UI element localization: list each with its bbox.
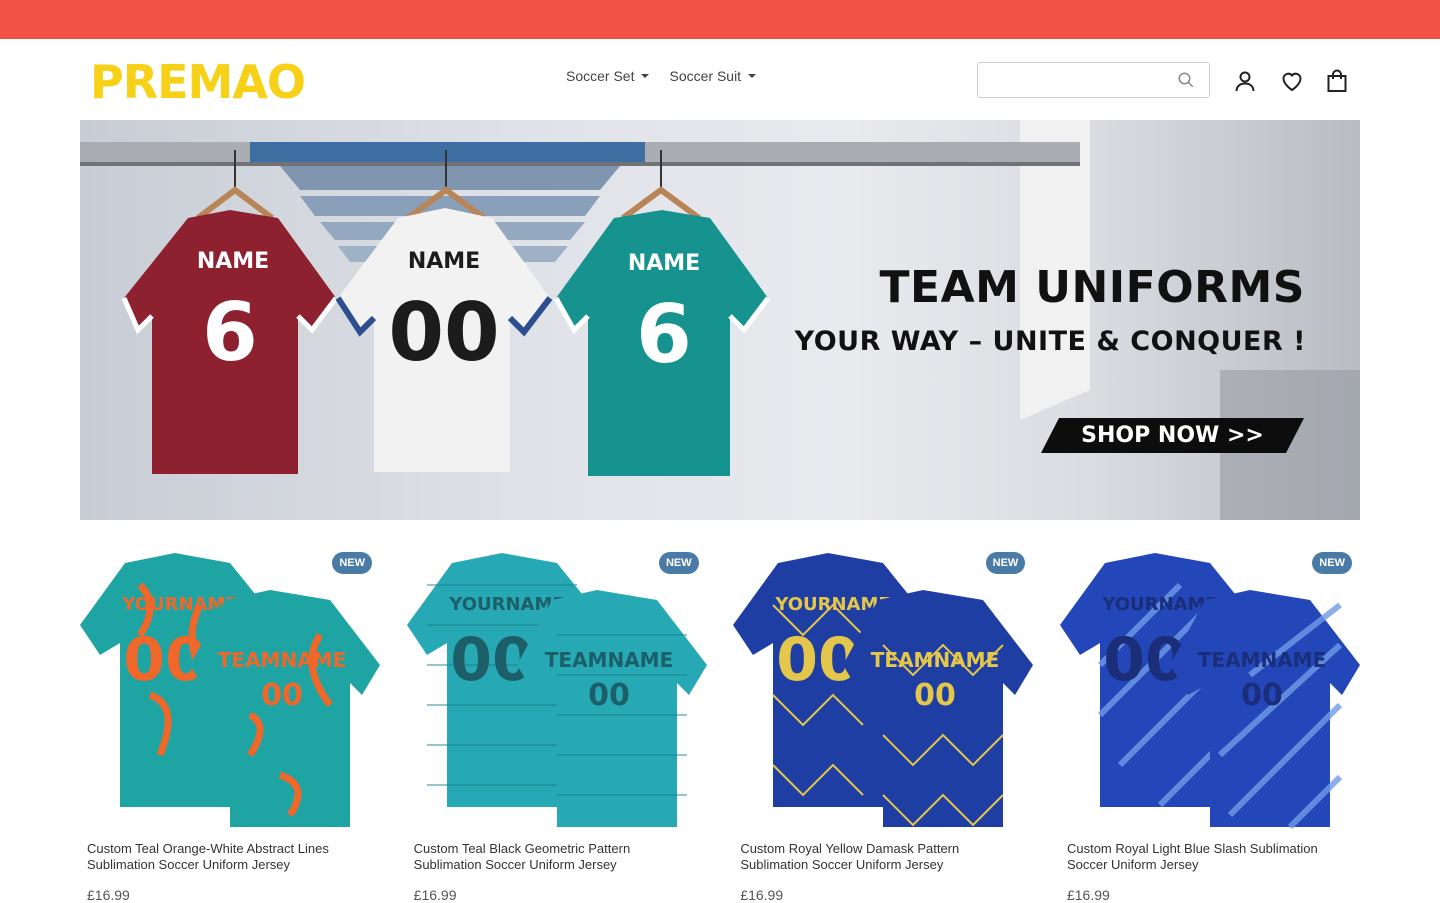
new-badge: NEW (658, 552, 699, 574)
product-price: £16.99 (87, 887, 130, 903)
shop-now-button[interactable]: SHOP NOW >> (1041, 418, 1304, 453)
svg-text:TEAMNAME: TEAMNAME (218, 648, 346, 672)
hero-title: TEAM UNIFORMS (879, 262, 1305, 313)
product-price: £16.99 (413, 887, 457, 903)
new-badge: NEW (332, 552, 372, 574)
new-badge: NEW (985, 552, 1026, 574)
svg-text:NAME: NAME (197, 249, 269, 274)
promo-bar (0, 0, 1440, 39)
hero-subtitle: YOUR WAY – UNITE & CONQUER ! (794, 326, 1306, 357)
product-title[interactable]: Custom Teal Black Geometric Pattern Subl… (407, 841, 687, 873)
jersey-image: YOURNAME 00 TEAMNAME 00 (406, 553, 707, 827)
bag-icon[interactable] (1325, 69, 1349, 93)
search-box (977, 62, 1210, 98)
nav-item-soccer-set[interactable]: Soccer Set (566, 68, 650, 84)
jersey-image: YOURNAME 00 TEAMNAME 00 (733, 553, 1034, 827)
svg-text:6: 6 (636, 288, 692, 381)
svg-text:00: 00 (588, 678, 630, 713)
brand-logo[interactable]: PREMAO (90, 57, 306, 107)
svg-text:00: 00 (914, 678, 956, 713)
jersey-image: YOURNAME 00 TEAMNAME 00 (80, 553, 380, 827)
search-icon[interactable] (1177, 71, 1195, 89)
product-price: £16.99 (1066, 887, 1110, 903)
svg-text:NAME: NAME (408, 249, 480, 274)
product-card[interactable]: YOURNAME 00 TEAMNAME 00 NEW Custom Teal … (406, 545, 707, 903)
main-nav: Soccer Set Soccer Suit (566, 68, 757, 84)
nav-item-label: Soccer Suit (669, 68, 742, 84)
product-price: £16.99 (740, 887, 784, 903)
svg-text:TEAMNAME: TEAMNAME (544, 648, 672, 672)
jersey-image: YOURNAME 00 TEAMNAME 00 (1059, 553, 1360, 830)
user-icon[interactable] (1233, 69, 1257, 93)
svg-text:00: 00 (1241, 678, 1283, 713)
product-image[interactable]: YOURNAME 00 TEAMNAME 00 NEW (1059, 545, 1360, 835)
svg-text:6: 6 (202, 286, 258, 379)
svg-text:NAME: NAME (628, 251, 700, 276)
hero-jersey-maroon: NAME 6 (121, 210, 338, 474)
site-header: PREMAO Soccer Set Soccer Suit (0, 39, 1440, 120)
svg-text:TEAMNAME: TEAMNAME (871, 648, 999, 672)
svg-text:TEAMNAME: TEAMNAME (1198, 648, 1326, 672)
svg-text:00: 00 (261, 678, 303, 713)
product-card[interactable]: YOURNAME 00 TEAMNAME 00 NEW Custom Royal… (733, 545, 1034, 903)
shop-now-label: SHOP NOW >> (1081, 423, 1264, 448)
product-grid: YOURNAME 00 TEAMNAME 00 NEW Custom Teal … (80, 545, 1360, 903)
product-card[interactable]: YOURNAME 00 TEAMNAME 00 NEW Custom Teal … (80, 545, 380, 903)
hero-jersey-teal: NAME 6 (553, 210, 770, 476)
product-title[interactable]: Custom Royal Light Blue Slash Sublimatio… (1060, 841, 1340, 873)
caret-down-icon (641, 74, 650, 78)
product-image[interactable]: YOURNAME 00 TEAMNAME 00 NEW (406, 545, 707, 835)
hero-illustration: NAME 6 NAME 00 NAME 6 (80, 120, 1360, 520)
product-card[interactable]: YOURNAME 00 TEAMNAME 00 NEW Custom Royal… (1059, 545, 1360, 903)
caret-down-icon (748, 74, 757, 78)
hero-banner[interactable]: NAME 6 NAME 00 NAME 6 TEAM UNIFORMS YOUR… (80, 120, 1360, 520)
nav-item-soccer-suit[interactable]: Soccer Suit (669, 68, 757, 84)
svg-text:00: 00 (388, 286, 499, 379)
nav-item-label: Soccer Set (566, 68, 635, 84)
new-badge: NEW (1312, 552, 1352, 574)
product-title[interactable]: Custom Royal Yellow Damask Pattern Subli… (733, 841, 1013, 873)
search-input[interactable] (978, 63, 1168, 97)
product-title[interactable]: Custom Teal Orange-White Abstract Lines … (80, 841, 360, 873)
heart-icon[interactable] (1280, 69, 1304, 93)
product-image[interactable]: YOURNAME 00 TEAMNAME 00 NEW (80, 545, 380, 835)
product-image[interactable]: YOURNAME 00 TEAMNAME 00 NEW (733, 545, 1034, 835)
